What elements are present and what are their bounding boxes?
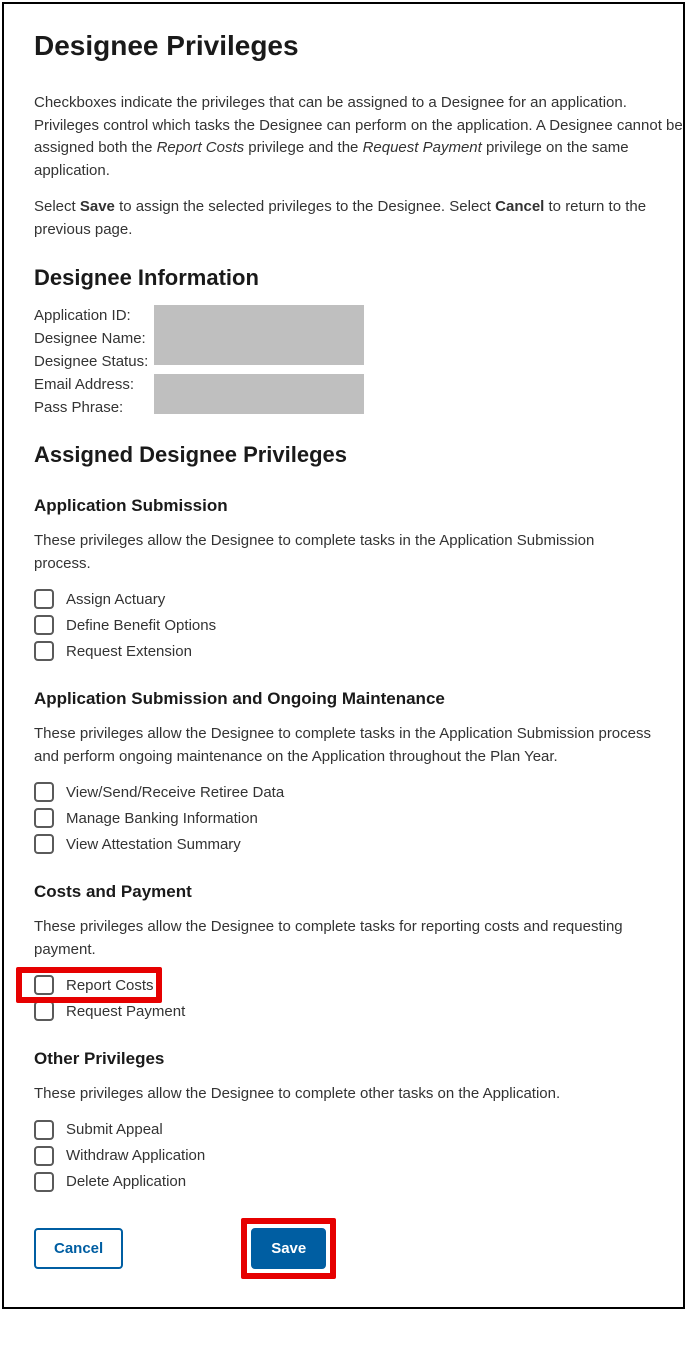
- checkbox-icon[interactable]: [34, 615, 54, 635]
- checkbox-icon[interactable]: [34, 975, 54, 995]
- intro-request-payment: Request Payment: [363, 139, 482, 156]
- checkbox-label: Submit Appeal: [66, 1121, 163, 1138]
- action-buttons-row: Cancel Save: [34, 1220, 653, 1277]
- value-redacted: [154, 305, 364, 365]
- checkbox-request-payment[interactable]: Request Payment: [34, 1001, 653, 1021]
- checkbox-icon[interactable]: [34, 1146, 54, 1166]
- checkbox-label: Define Benefit Options: [66, 617, 216, 634]
- checkbox-icon[interactable]: [34, 1001, 54, 1021]
- value-redacted: [154, 374, 364, 414]
- checkbox-label: Report Costs: [66, 977, 154, 994]
- section-app-submission-title: Application Submission: [34, 496, 653, 516]
- intro-save-word: Save: [80, 198, 115, 215]
- section-app-maintenance-desc: These privileges allow the Designee to c…: [34, 723, 653, 768]
- intro-paragraph-2: Select Save to assign the selected privi…: [34, 196, 653, 241]
- label-app-id: Application ID:: [34, 305, 154, 326]
- cancel-button[interactable]: Cancel: [34, 1228, 123, 1269]
- intro-text: to assign the selected privileges to the…: [115, 198, 495, 215]
- section-costs-payment-desc: These privileges allow the Designee to c…: [34, 916, 653, 961]
- section-app-maintenance-title: Application Submission and Ongoing Maint…: [34, 689, 653, 709]
- checkbox-withdraw-application[interactable]: Withdraw Application: [34, 1146, 653, 1166]
- section-costs-payment-title: Costs and Payment: [34, 882, 653, 902]
- checkbox-label: Withdraw Application: [66, 1147, 205, 1164]
- checkbox-label: View Attestation Summary: [66, 836, 241, 853]
- checkbox-icon[interactable]: [34, 834, 54, 854]
- label-designee-status: Designee Status:: [34, 351, 154, 372]
- checkbox-define-benefit-options[interactable]: Define Benefit Options: [34, 615, 653, 635]
- checkbox-icon[interactable]: [34, 641, 54, 661]
- section-other-desc: These privileges allow the Designee to c…: [34, 1083, 653, 1106]
- intro-report-costs: Report Costs: [157, 139, 245, 156]
- checkbox-delete-application[interactable]: Delete Application: [34, 1172, 653, 1192]
- checkbox-label: Request Payment: [66, 1003, 185, 1020]
- intro-text: Select: [34, 198, 80, 215]
- checkbox-label: Delete Application: [66, 1173, 186, 1190]
- checkbox-attestation-summary[interactable]: View Attestation Summary: [34, 834, 653, 854]
- checkbox-report-costs-row[interactable]: Report Costs: [34, 975, 653, 995]
- checkbox-icon[interactable]: [34, 808, 54, 828]
- checkbox-banking-info[interactable]: Manage Banking Information: [34, 808, 653, 828]
- checkbox-icon[interactable]: [34, 1120, 54, 1140]
- checkbox-icon[interactable]: [34, 589, 54, 609]
- checkbox-label: Assign Actuary: [66, 591, 165, 608]
- label-pass-phrase: Pass Phrase:: [34, 397, 154, 418]
- checkbox-assign-actuary[interactable]: Assign Actuary: [34, 589, 653, 609]
- checkbox-label: Manage Banking Information: [66, 810, 258, 827]
- checkbox-request-extension[interactable]: Request Extension: [34, 641, 653, 661]
- intro-paragraph-1: Checkboxes indicate the privileges that …: [34, 92, 687, 182]
- assigned-privileges-heading: Assigned Designee Privileges: [34, 442, 653, 468]
- checkbox-retiree-data[interactable]: View/Send/Receive Retiree Data: [34, 782, 653, 802]
- label-designee-name: Designee Name:: [34, 328, 154, 349]
- page-container: Designee Privileges Checkboxes indicate …: [2, 2, 685, 1309]
- intro-cancel-word: Cancel: [495, 198, 544, 215]
- page-title: Designee Privileges: [34, 30, 653, 62]
- section-other-title: Other Privileges: [34, 1049, 653, 1069]
- checkbox-label: View/Send/Receive Retiree Data: [66, 784, 284, 801]
- checkbox-submit-appeal[interactable]: Submit Appeal: [34, 1120, 653, 1140]
- designee-info-heading: Designee Information: [34, 265, 653, 291]
- label-email: Email Address:: [34, 374, 154, 395]
- checkbox-icon[interactable]: [34, 1172, 54, 1192]
- save-button[interactable]: Save: [251, 1228, 326, 1269]
- checkbox-label: Request Extension: [66, 643, 192, 660]
- designee-info-grid: Application ID: Designee Name: Designee …: [34, 305, 653, 418]
- checkbox-icon[interactable]: [34, 782, 54, 802]
- section-app-submission-desc: These privileges allow the Designee to c…: [34, 530, 653, 575]
- intro-text: privilege and the: [244, 139, 362, 156]
